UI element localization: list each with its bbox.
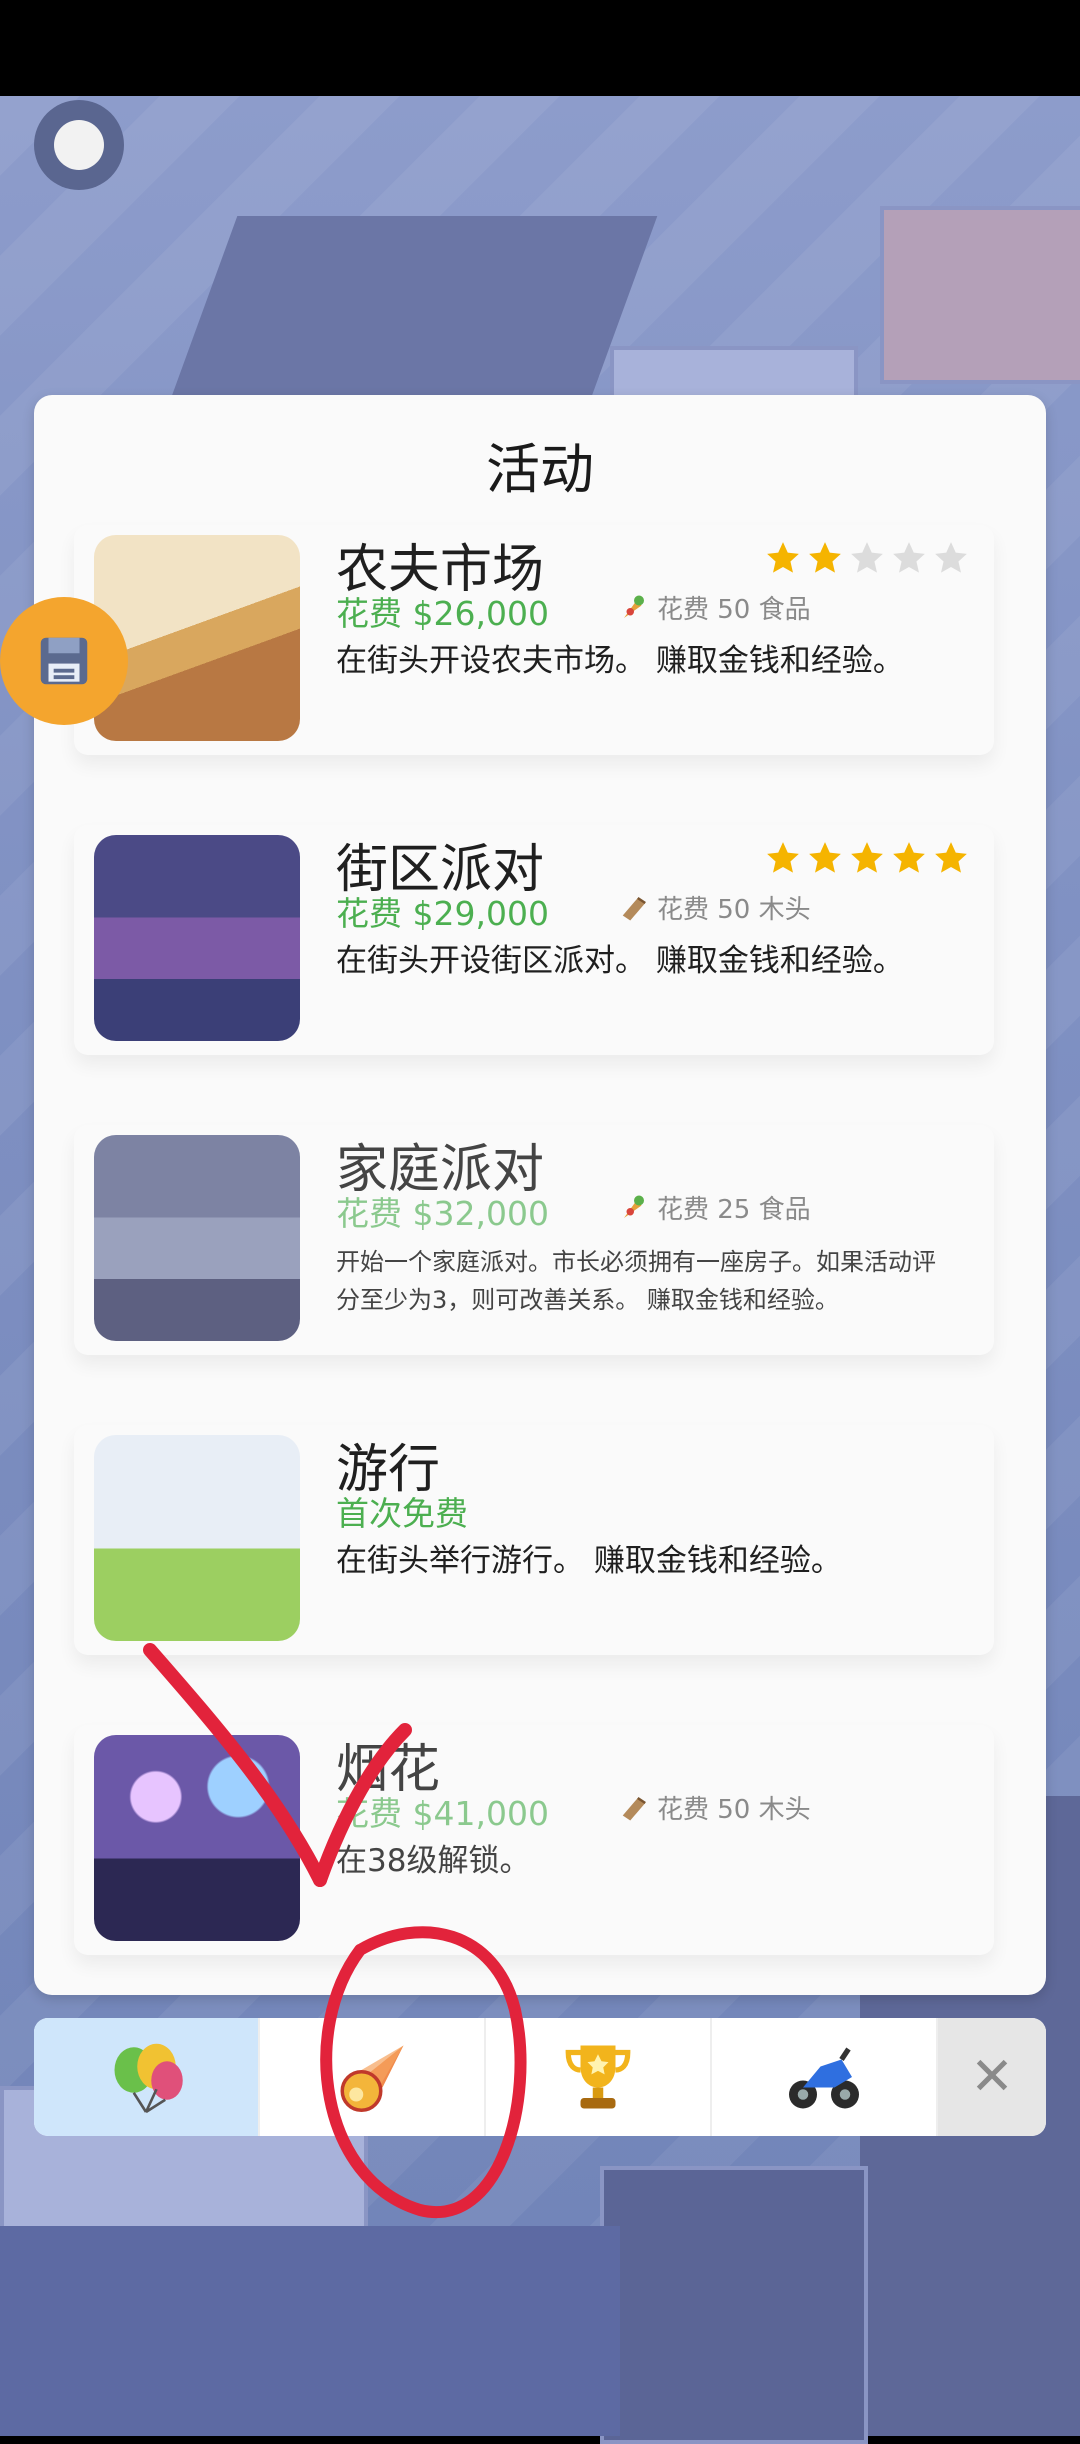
resource-cost-text: 花费 50 木头 [657,1795,811,1825]
activity-description: 开始一个家庭派对。市长必须拥有一座房子。如果活动评分至少为3，则可改善关系。 赚… [336,1248,936,1314]
house-party-thumbnail [94,1135,300,1341]
food-icon [624,595,644,618]
trophy-icon [565,2045,631,2109]
resource-cost-text: 花费 25 食品 [657,1195,811,1225]
activity-description: 在38级解锁。 [336,1843,531,1879]
activity-price: 花费 $26,000 [336,594,549,633]
star-filled-icon [935,842,967,873]
activity-description: 在街头举行游行。 赚取金钱和经验。 [336,1543,842,1579]
activity-price: 花费 $29,000 [336,894,549,933]
activity-card-house-party[interactable]: 家庭派对 花费 $32,000 花费 25 食品 开始一个家庭派对。市长必须拥有… [74,1125,994,1355]
rating-stars [764,839,970,877]
activity-price: 花费 $32,000 [336,1194,549,1233]
wood-icon [622,896,646,920]
star-filled-icon [809,542,841,573]
activity-resource-cost: 花费 50 食品 [619,589,811,626]
fireworks-thumbnail [94,1735,300,1941]
activity-card-block-party[interactable]: 街区派对 花费 $29,000 花费 50 木头 在街头开设街区派对。 赚取金钱… [74,825,994,1055]
motorcycle-icon [789,2047,859,2109]
star-filled-icon [767,842,799,873]
tab-achievements[interactable] [486,2018,712,2136]
settings-button[interactable] [34,100,124,190]
close-icon: ✕ [970,2047,1014,2107]
floppy-disk-icon [40,637,88,685]
food-icon [624,1195,644,1218]
activity-description: 在街头开设街区派对。 赚取金钱和经验。 [336,943,904,979]
star-empty-icon [893,542,925,573]
activity-price: 首次免费 [336,1494,468,1533]
toggle-knob-icon [54,120,104,170]
activity-resource-cost: 花费 50 木头 [619,1789,811,1826]
parade-thumbnail [94,1435,300,1641]
wood-icon [622,1796,646,1820]
meteor-icon [340,2045,404,2112]
activity-description: 在街头开设农夫市场。 赚取金钱和经验。 [336,643,904,679]
star-filled-icon [767,542,799,573]
resource-cost-text: 花费 50 食品 [657,595,811,625]
star-filled-icon [851,842,883,873]
panel-title: 活动 [486,438,594,501]
farmers-market-thumbnail [94,535,300,741]
close-button[interactable]: ✕ [938,2018,1046,2136]
star-empty-icon [851,542,883,573]
tab-vehicles[interactable] [712,2018,938,2136]
resource-cost-text: 花费 50 木头 [657,895,811,925]
block-party-thumbnail [94,835,300,1041]
activity-card-parade[interactable]: 游行 首次免费 在街头举行游行。 赚取金钱和经验。 [74,1425,994,1655]
activity-resource-cost: 花费 25 食品 [619,1189,811,1226]
building [600,2166,868,2444]
activity-card-farmers-market[interactable]: 农夫市场 花费 $26,000 花费 50 食品 在街头开设农夫市场。 赚取金钱… [74,525,994,755]
star-empty-icon [935,542,967,573]
rating-stars [764,539,970,577]
building [880,206,1080,384]
tab-disasters[interactable] [260,2018,486,2136]
activity-price: 花费 $41,000 [336,1794,549,1833]
activities-panel: 活动 农夫市场 花费 $26,000 花费 50 食品 在街头开设农夫市场。 赚… [34,395,1046,1995]
water [0,2226,620,2436]
category-tab-bar: ✕ [34,2018,1046,2136]
status-bar [0,0,1080,96]
balloons-icon [114,2043,183,2114]
star-filled-icon [893,842,925,873]
activity-card-fireworks[interactable]: 烟花 花费 $41,000 花费 50 木头 在38级解锁。 [74,1725,994,1955]
activity-resource-cost: 花费 50 木头 [619,889,811,926]
tab-events[interactable] [34,2018,260,2136]
save-button[interactable] [0,597,128,725]
star-filled-icon [809,842,841,873]
